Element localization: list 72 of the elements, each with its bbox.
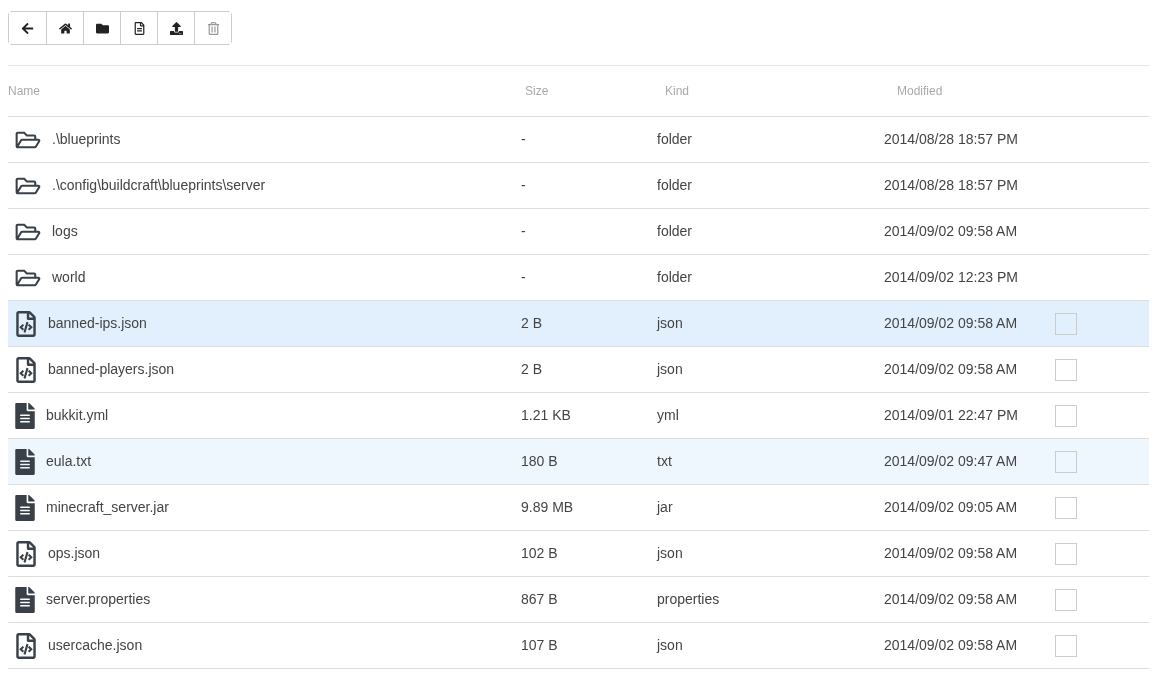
- back-arrow-icon: [21, 21, 34, 35]
- upload-icon: [169, 21, 183, 35]
- document-icon: [15, 494, 35, 521]
- file-kind: properties: [657, 590, 721, 609]
- file-kind: yml: [657, 406, 680, 425]
- file-size: 1.21 KB: [521, 406, 572, 425]
- file-name: minecraft_server.jar: [46, 498, 169, 517]
- file-kind: folder: [657, 222, 694, 241]
- file-name: .\config\buildcraft\blueprints\server: [52, 176, 266, 195]
- file-size: -: [521, 130, 527, 149]
- file-kind: json: [657, 314, 684, 333]
- row-checkbox[interactable]: [1055, 588, 1077, 611]
- file-kind: folder: [657, 268, 694, 287]
- file-kind: jar: [657, 498, 674, 517]
- file-name: banned-ips.json: [48, 314, 147, 333]
- file-kind: json: [657, 544, 684, 563]
- row-checkbox[interactable]: [1055, 312, 1077, 335]
- modified-date: 2014/09/02 12:23 PM: [884, 268, 1019, 287]
- modified-date: 2014/09/02 09:58 AM: [884, 636, 1019, 655]
- modified-date: 2014/09/01 22:47 PM: [884, 406, 1019, 425]
- file-row[interactable]: eula.txt 180 B txt 2014/09/02 09:47 AM: [8, 439, 1149, 485]
- row-checkbox[interactable]: [1055, 404, 1077, 427]
- home-icon: [58, 21, 72, 35]
- file-name: banned-players.json: [48, 360, 175, 379]
- file-name: logs: [52, 222, 78, 241]
- modified-date: 2014/09/02 09:58 AM: [884, 360, 1019, 379]
- document-icon: [15, 448, 35, 475]
- modified-date: 2014/09/02 09:58 AM: [884, 590, 1019, 609]
- modified-date: 2014/09/02 09:05 AM: [884, 498, 1019, 517]
- row-checkbox[interactable]: [1055, 542, 1077, 565]
- file-name: eula.txt: [46, 452, 92, 471]
- file-kind: folder: [657, 130, 694, 149]
- file-size: 2 B: [521, 314, 543, 333]
- file-name: server.properties: [46, 590, 151, 609]
- file-name: .\blueprints: [52, 130, 121, 149]
- file-size: -: [521, 222, 527, 241]
- file-size: -: [521, 268, 527, 287]
- file-name: bukkit.yml: [46, 406, 109, 425]
- file-kind: folder: [657, 176, 694, 195]
- file-kind: txt: [657, 452, 673, 471]
- modified-date: 2014/08/28 18:57 PM: [884, 130, 1019, 149]
- file-size: 2 B: [521, 360, 543, 379]
- file-name: usercache.json: [48, 636, 143, 655]
- row-checkbox[interactable]: [1055, 634, 1077, 657]
- file-size: 102 B: [521, 544, 559, 563]
- row-checkbox[interactable]: [1055, 496, 1077, 519]
- code-file-icon: [15, 356, 37, 383]
- code-file-icon: [15, 310, 37, 337]
- modified-date: 2014/09/02 09:58 AM: [884, 544, 1019, 563]
- code-file-icon: [15, 540, 37, 567]
- trash-icon: [206, 21, 220, 35]
- row-checkbox[interactable]: [1055, 358, 1077, 381]
- modified-date: 2014/08/28 18:57 PM: [884, 176, 1019, 195]
- file-size: 9.89 MB: [521, 498, 575, 517]
- document-icon: [132, 21, 146, 35]
- document-icon: [15, 402, 35, 429]
- file-kind: json: [657, 360, 684, 379]
- file-name: world: [52, 268, 86, 287]
- file-name: ops.json: [48, 544, 101, 563]
- file-row[interactable]: banned-ips.json 2 B json 2014/09/02 09:58 AM: [8, 301, 1149, 347]
- code-file-icon: [15, 632, 37, 659]
- modified-date: 2014/09/02 09:58 AM: [884, 222, 1019, 241]
- file-size: 867 B: [521, 590, 559, 609]
- modified-date: 2014/09/02 09:58 AM: [884, 314, 1019, 333]
- file-size: 107 B: [521, 636, 559, 655]
- row-checkbox[interactable]: [1055, 450, 1077, 473]
- modified-date: 2014/09/02 09:47 AM: [884, 452, 1019, 471]
- file-size: -: [521, 176, 527, 195]
- document-icon: [15, 586, 35, 613]
- folder-icon: [95, 21, 109, 35]
- file-size: 180 B: [521, 452, 559, 471]
- file-kind: json: [657, 636, 684, 655]
